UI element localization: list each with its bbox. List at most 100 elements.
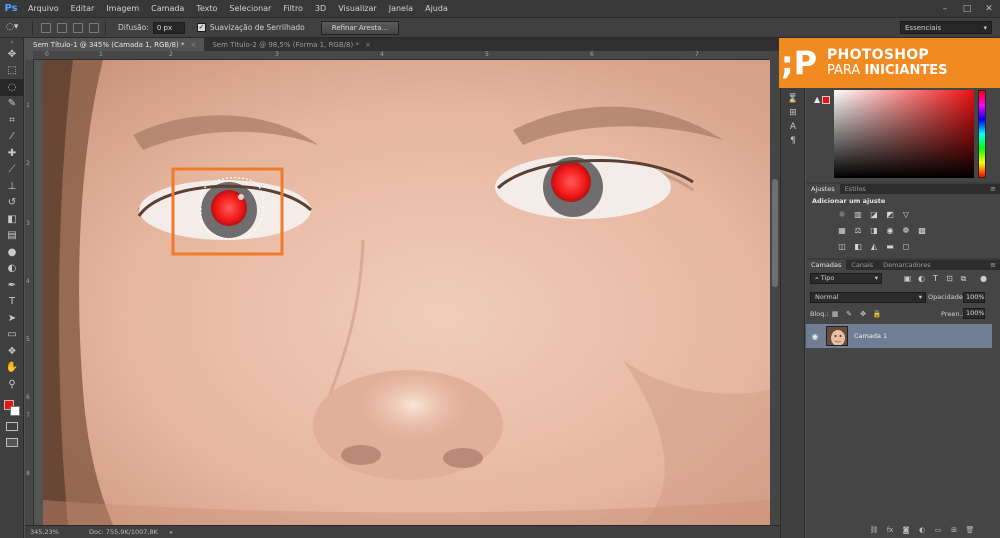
menu-imagem[interactable]: Imagem [100, 4, 145, 13]
new-adjustment-icon[interactable]: ◐ [914, 526, 930, 536]
paragraph-panel-icon[interactable]: ¶ [781, 134, 805, 148]
add-selection-icon[interactable] [57, 22, 67, 33]
tab-demarcadores[interactable]: Demarcadores [878, 260, 935, 270]
pen-tool-icon[interactable]: ✒ [0, 277, 24, 294]
color-balance-icon[interactable]: ⚖ [850, 224, 866, 236]
vibrance-icon[interactable]: ▽ [898, 208, 914, 220]
type-tool-icon[interactable]: T [0, 294, 24, 311]
intersect-selection-icon[interactable] [89, 22, 99, 33]
clone-stamp-tool-icon[interactable]: ⊥ [0, 178, 24, 195]
panel-menu-icon[interactable]: ≡ [990, 185, 996, 193]
refine-edge-button[interactable]: Refinar Aresta... [320, 20, 400, 35]
channel-mixer-icon[interactable]: ❁ [898, 224, 914, 236]
menu-visualizar[interactable]: Visualizar [332, 4, 383, 13]
history-panel-icon[interactable]: ⌛ [781, 92, 805, 106]
layer-style-icon[interactable]: fx [882, 526, 898, 536]
tab-camadas[interactable]: Camadas [806, 260, 847, 270]
healing-brush-tool-icon[interactable]: ✚ [0, 145, 24, 162]
shape-tool-icon[interactable]: ▭ [0, 327, 24, 344]
quick-selection-tool-icon[interactable]: ✎ [0, 96, 24, 113]
path-selection-tool-icon[interactable]: ➤ [0, 310, 24, 327]
invert-icon[interactable]: ◫ [834, 240, 850, 252]
pixel-filter-icon[interactable]: ▣ [902, 273, 913, 284]
close-icon[interactable]: ✕ [978, 0, 1000, 17]
background-color-swatch[interactable] [10, 406, 20, 416]
document-canvas[interactable] [43, 60, 770, 525]
tab-sem-titulo-2[interactable]: Sem Título-2 @ 98,5% (Forma 1, RGB/8) * … [204, 38, 378, 51]
close-tab-icon[interactable]: × [365, 41, 371, 49]
gradient-map-icon[interactable]: ▬ [882, 240, 898, 252]
crop-tool-icon[interactable]: ⌗ [0, 112, 24, 129]
selective-color-icon[interactable]: ◻ [898, 240, 914, 252]
hue-slider[interactable] [978, 90, 986, 178]
subtract-selection-icon[interactable] [73, 22, 83, 33]
maximize-icon[interactable]: □ [956, 0, 978, 17]
lasso-tool-icon[interactable]: ◌ [0, 79, 24, 96]
photo-filter-icon[interactable]: ◉ [882, 224, 898, 236]
tab-sem-titulo-1[interactable]: Sem Título-1 @ 345% (Camada 1, RGB/8) * … [25, 38, 205, 51]
history-brush-tool-icon[interactable]: ↺ [0, 195, 24, 212]
blur-tool-icon[interactable]: ● [0, 244, 24, 261]
zoom-tool-icon[interactable]: ⚲ [0, 376, 24, 393]
menu-texto[interactable]: Texto [190, 4, 223, 13]
character-panel-icon[interactable]: A [781, 120, 805, 134]
eraser-tool-icon[interactable]: ◧ [0, 211, 24, 228]
minimize-icon[interactable]: – [934, 0, 956, 17]
lock-position-icon[interactable]: ✥ [858, 309, 868, 319]
new-layer-icon[interactable]: ⊞ [946, 526, 962, 536]
lock-image-icon[interactable]: ✎ [844, 309, 854, 319]
color-lookup-icon[interactable]: ▩ [914, 224, 930, 236]
blend-mode-select[interactable]: Normal ▾ [810, 292, 926, 303]
layer-filter-select[interactable]: ⌕ Tipo ▾ [810, 273, 882, 284]
menu-camada[interactable]: Camada [145, 4, 190, 13]
lock-transparent-icon[interactable]: ▦ [830, 309, 840, 319]
marquee-tool-icon[interactable]: ⬚ [0, 63, 24, 80]
panel-menu-icon[interactable]: ≡ [990, 261, 996, 269]
opacity-input[interactable]: 100% [963, 292, 985, 303]
tab-canais[interactable]: Canais [846, 260, 878, 270]
menu-3d[interactable]: 3D [309, 4, 332, 13]
eye-icon[interactable]: ◉ [806, 332, 824, 341]
tab-ajustes[interactable]: Ajustes [806, 184, 840, 194]
menu-ajuda[interactable]: Ajuda [419, 4, 454, 13]
gradient-tool-icon[interactable]: ▤ [0, 228, 24, 245]
fill-input[interactable]: 100% [963, 308, 985, 319]
quick-mask-icon[interactable] [6, 422, 18, 431]
menu-selecionar[interactable]: Selecionar [223, 4, 277, 13]
delete-layer-icon[interactable]: 🗑 [962, 526, 978, 536]
eyedropper-tool-icon[interactable]: ⁄ [0, 129, 24, 146]
zoom-level[interactable]: 345,23% [25, 528, 65, 536]
adjustment-filter-icon[interactable]: ◐ [916, 273, 927, 284]
close-tab-icon[interactable]: × [190, 41, 196, 49]
new-selection-icon[interactable] [41, 22, 51, 33]
vertical-scrollbar[interactable] [770, 51, 780, 525]
tab-estilos[interactable]: Estilos [840, 184, 871, 194]
current-color-swatch[interactable] [822, 96, 830, 104]
screen-mode-icon[interactable] [6, 438, 18, 447]
scrollbar-thumb[interactable] [772, 179, 778, 287]
type-filter-icon[interactable]: T [930, 273, 941, 284]
link-layers-icon[interactable]: ⛓ [866, 526, 882, 536]
workspace-select[interactable]: Essenciais ▾ [900, 21, 992, 34]
color-picker-field[interactable] [834, 90, 974, 178]
hand-tool-icon[interactable]: ✋ [0, 360, 24, 377]
new-group-icon[interactable]: ▭ [930, 526, 946, 536]
shape-filter-icon[interactable]: ⊡ [944, 273, 955, 284]
lock-all-icon[interactable]: 🔒 [872, 309, 882, 319]
panel-grip-icon[interactable]: » [0, 38, 24, 46]
menu-editar[interactable]: Editar [65, 4, 101, 13]
menu-janela[interactable]: Janela [383, 4, 419, 13]
chevron-right-icon[interactable]: ▸ [170, 528, 173, 536]
3d-tool-icon[interactable]: ❖ [0, 343, 24, 360]
add-mask-icon[interactable]: ◙ [898, 526, 914, 536]
dodge-tool-icon[interactable]: ◐ [0, 261, 24, 278]
smart-object-filter-icon[interactable]: ⧉ [958, 273, 969, 284]
exposure-icon[interactable]: ◩ [882, 208, 898, 220]
move-tool-icon[interactable]: ✥ [0, 46, 24, 63]
menu-filtro[interactable]: Filtro [277, 4, 309, 13]
layer-row-camada-1[interactable]: ◉ Camada 1 [806, 324, 992, 348]
lasso-preset-icon[interactable]: ◌▾ [6, 22, 26, 34]
antialias-checkbox[interactable]: ✓ [196, 23, 206, 32]
levels-icon[interactable]: ▥ [850, 208, 866, 220]
curves-icon[interactable]: ◪ [866, 208, 882, 220]
